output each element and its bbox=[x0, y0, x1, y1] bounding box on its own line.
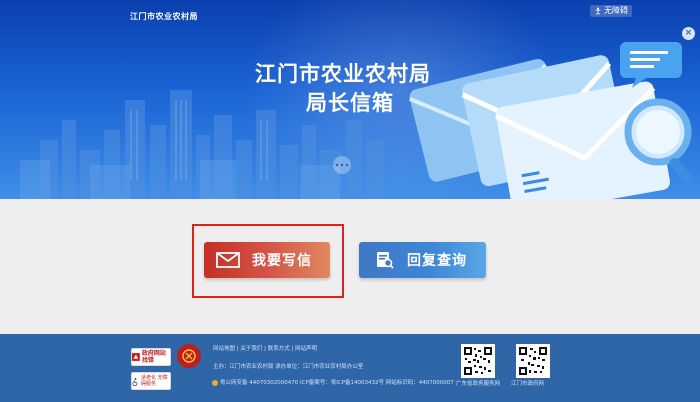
envelope-icon bbox=[216, 251, 240, 269]
page-title: 江门市农业农村局 bbox=[255, 62, 431, 86]
gov-website-error-badge[interactable]: 政府网站找错 bbox=[131, 348, 171, 366]
reply-query-button[interactable]: 回复查询 bbox=[359, 242, 486, 278]
wheelchair-icon bbox=[132, 377, 138, 386]
reply-query-label: 回复查询 bbox=[407, 253, 467, 269]
write-letter-button[interactable]: 我要写信 bbox=[204, 242, 330, 278]
accessibility-icon bbox=[595, 7, 601, 15]
close-icon[interactable]: × bbox=[682, 27, 695, 40]
party-emblem-icon[interactable] bbox=[177, 344, 201, 368]
banner: 江门市农业农村局 无障碍 × 江门市农业农村局 局长信箱 bbox=[0, 0, 700, 199]
gov-badge-icon bbox=[132, 353, 140, 361]
document-search-icon bbox=[375, 251, 395, 269]
police-badge-icon bbox=[212, 380, 218, 386]
page-subtitle: 局长信箱 bbox=[306, 91, 394, 115]
qr-code-1 bbox=[461, 344, 495, 378]
footer-record-info: 粤公网安备 44070302000470 ICP备案号：粤ICP备1400343… bbox=[220, 380, 454, 386]
accessibility-service-badge[interactable]: 适老化 无障碍服务 bbox=[131, 372, 171, 390]
write-letter-label: 我要写信 bbox=[252, 253, 312, 269]
accessibility-badge-text: 适老化 无障碍服务 bbox=[140, 375, 168, 387]
qr-code-2 bbox=[516, 344, 550, 378]
qr-label-1: 广东省政务服务网 bbox=[456, 381, 501, 387]
envelope-illustration bbox=[409, 42, 693, 199]
footer-host-info: 主办：江门市农业农村局 承办单位：江门市农业农村局办公室 bbox=[213, 364, 364, 370]
site-name: 江门市农业农村局 bbox=[130, 12, 198, 21]
accessibility-link[interactable]: 无障碍 bbox=[590, 5, 632, 17]
gov-badge-text: 政府网站找错 bbox=[141, 350, 166, 364]
qr-label-2: 江门市政府网 bbox=[511, 381, 545, 387]
accessibility-label: 无障碍 bbox=[604, 6, 628, 15]
footer-links[interactable]: 网站地图 | 关于我们 | 联系方式 | 网站声明 bbox=[213, 346, 317, 353]
main-area bbox=[0, 199, 700, 334]
